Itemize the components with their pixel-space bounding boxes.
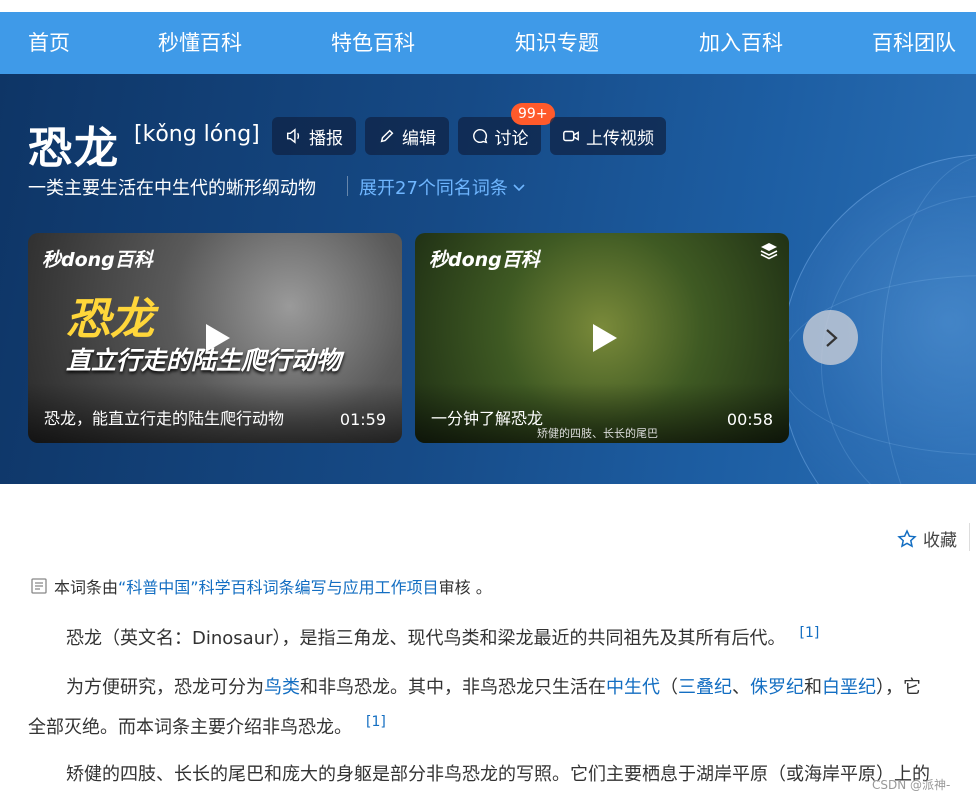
paragraph-2-text: ），它	[876, 677, 921, 698]
video-card-1[interactable]: 秒dong百科 恐龙 直立行走的陆生爬行动物 恐龙，能直立行走的陆生爬行动物 0…	[28, 233, 402, 443]
link-mesozoic[interactable]: 中生代	[606, 677, 660, 698]
pencil-icon	[380, 129, 394, 143]
watermark: CSDN @派神-	[872, 778, 951, 792]
play-icon[interactable]	[200, 321, 234, 355]
chat-bubble-icon	[472, 128, 487, 144]
reference-link[interactable]: [1]	[800, 625, 820, 641]
paragraph-2-text: 和	[804, 677, 822, 698]
paragraph-1-text: 恐龙（英文名：Dinosaur），是指三角龙、现代鸟类和梁龙最近的共同祖先及其所…	[66, 628, 786, 649]
paragraph-2-text: 全部灭绝。而本词条主要介绍非鸟恐龙。	[28, 717, 352, 738]
video-caption: 一分钟了解恐龙	[431, 409, 544, 428]
nav-item-home[interactable]: 首页	[28, 12, 70, 74]
link-jurassic[interactable]: 侏罗纪	[750, 677, 804, 698]
edit-button[interactable]: 编辑	[365, 117, 449, 155]
star-icon	[897, 528, 917, 548]
edit-label: 编辑	[402, 128, 436, 149]
chevron-right-icon	[825, 328, 838, 347]
review-note: 本词条由 “科普中国”科学百科词条编写与应用工作项目 审核 。	[30, 574, 492, 598]
review-suffix: 审核 。	[438, 578, 492, 597]
nav-item-topics[interactable]: 知识专题	[515, 12, 599, 74]
chevron-down-icon	[513, 184, 525, 192]
review-org-link[interactable]: “科普中国”科学百科词条编写与应用工作项目	[118, 574, 439, 598]
collect-label: 收藏	[923, 531, 957, 551]
paragraph-2-text: 和非鸟恐龙。其中，非鸟恐龙只生活在	[300, 677, 606, 698]
carousel-next-button[interactable]	[803, 310, 858, 365]
entry-hero: 恐龙 [kǒng lóng] 播报 编辑 讨论 99+ 上传视频 一类主要生活在…	[0, 74, 976, 484]
entry-pinyin: [kǒng lóng]	[134, 122, 260, 147]
video-duration: 00:58	[726, 410, 773, 429]
review-prefix: 本词条由	[54, 578, 119, 597]
link-triassic[interactable]: 三叠纪	[678, 677, 732, 698]
top-nav: 首页 秒懂百科 特色百科 知识专题 加入百科 百科团队	[0, 12, 976, 74]
nav-item-miaodong[interactable]: 秒懂百科	[158, 12, 242, 74]
nav-item-featured[interactable]: 特色百科	[331, 12, 415, 74]
expand-homonyms-link[interactable]: 展开27个同名词条	[359, 174, 526, 200]
paragraph-2-text: （	[660, 677, 678, 698]
expand-homonyms-label: 展开27个同名词条	[359, 178, 508, 199]
video-overlay-title: 恐龙	[66, 294, 154, 345]
upload-video-label: 上传视频	[586, 128, 654, 149]
collect-button[interactable]: 收藏	[897, 526, 957, 551]
video-brand-logo: 秒dong百科	[429, 249, 540, 271]
nav-item-team[interactable]: 百科团队	[872, 12, 956, 74]
play-icon[interactable]	[587, 321, 621, 355]
paragraph-2-text: 、	[732, 677, 750, 698]
nav-item-join[interactable]: 加入百科	[699, 12, 783, 74]
speaker-icon	[286, 128, 300, 144]
paragraph-3: 矫健的四肢、长长的尾巴和庞大的身躯是部分非鸟恐龙的写照。它们主要栖息于湖岸平原（…	[28, 758, 976, 792]
video-brand-logo: 秒dong百科	[42, 249, 153, 271]
summary-divider	[347, 176, 348, 196]
paragraph-3-text: 矫健的四肢、长长的尾巴和庞大的身躯是部分非鸟恐龙的写照。它们主要栖息于湖岸平原（…	[66, 764, 930, 785]
paragraph-2-line-2: 全部灭绝。而本词条主要介绍非鸟恐龙。 [1]	[28, 705, 976, 745]
link-cretaceous[interactable]: 白垩纪	[822, 677, 876, 698]
video-camera-icon	[563, 130, 579, 142]
play-audio-button[interactable]: 播报	[272, 117, 356, 155]
video-card-2[interactable]: 秒dong百科 一分钟了解恐龙 00:58 矫健的四肢、长长的尾巴	[415, 233, 789, 443]
upload-video-button[interactable]: 上传视频	[550, 117, 666, 155]
top-strip	[0, 0, 976, 12]
paragraph-2-text: 为方便研究，恐龙可分为	[66, 677, 264, 698]
entry-title: 恐龙	[28, 123, 120, 174]
video-subtitle-text: 矫健的四肢、长长的尾巴	[537, 427, 658, 440]
toolbar-divider	[969, 523, 970, 551]
reference-link[interactable]: [1]	[366, 714, 386, 730]
discuss-label: 讨论	[494, 128, 529, 149]
link-birds[interactable]: 鸟类	[264, 677, 300, 698]
paragraph-2: 为方便研究，恐龙可分为鸟类和非鸟恐龙。其中，非鸟恐龙只生活在中生代（三叠纪、侏罗…	[28, 671, 976, 705]
paragraph-1: 恐龙（英文名：Dinosaur），是指三角龙、现代鸟类和梁龙最近的共同祖先及其所…	[28, 616, 976, 656]
discuss-count-badge: 99+	[511, 103, 555, 125]
layers-icon	[760, 243, 778, 260]
entry-summary: 一类主要生活在中生代的蜥形纲动物	[28, 178, 316, 199]
video-duration: 01:59	[339, 410, 386, 429]
document-icon	[31, 578, 47, 594]
play-audio-label: 播报	[309, 128, 343, 149]
video-caption: 恐龙，能直立行走的陆生爬行动物	[44, 409, 285, 428]
